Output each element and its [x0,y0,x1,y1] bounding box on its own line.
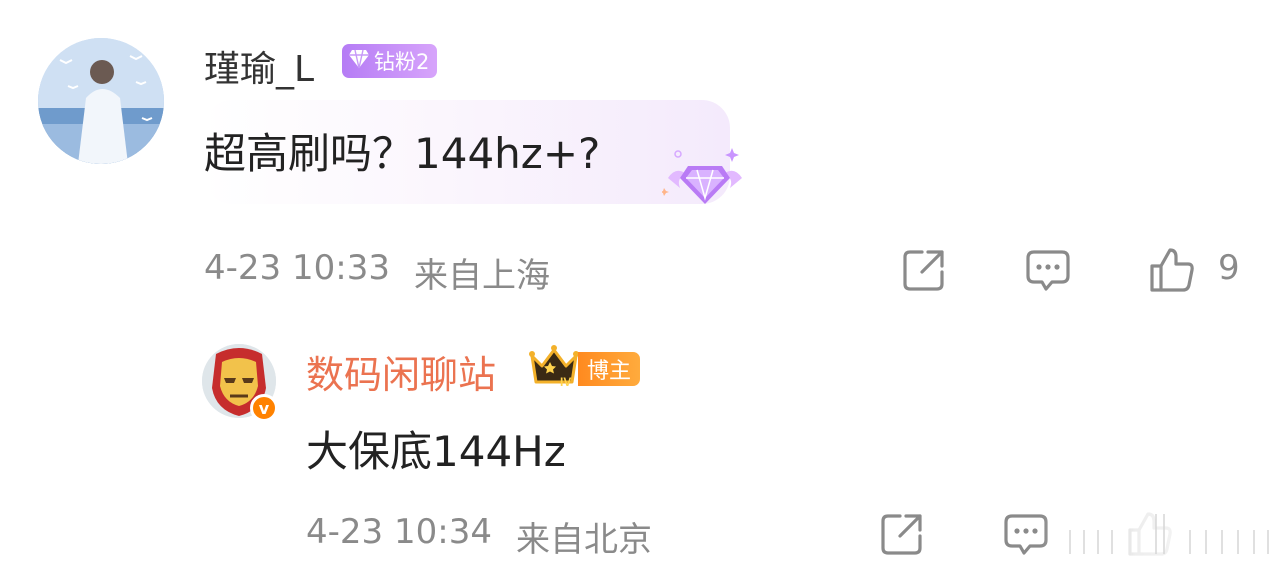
diamond-icon [348,49,370,74]
avatar[interactable] [38,38,164,164]
role-badge: 博主 [578,352,641,386]
location: 来自上海 [414,256,550,296]
comment-text[interactable]: 大保底144Hz [306,418,566,479]
verified-badge: v [250,394,278,422]
thumbs-up-icon[interactable] [1148,246,1196,294]
crown-level: IV [560,375,571,388]
username[interactable]: 瑾瑜_L [204,40,314,92]
location: 来自北京 [516,520,652,560]
crown-icon: IV [528,344,580,389]
share-icon[interactable] [900,246,948,294]
timestamp: 4-23 10:34 [306,512,492,552]
share-icon[interactable] [878,510,926,558]
edge-artifact [1060,512,1278,562]
avatar-image [38,38,164,164]
fan-badge-label: 钻粉2 [374,50,430,74]
like-count: 9 [1218,248,1240,288]
comment-text[interactable]: 超高刷吗？144hz+? [204,120,600,181]
comment-icon[interactable] [1024,246,1072,294]
username[interactable]: 数码闲聊站 [306,344,496,399]
fan-badge[interactable]: 钻粉2 [342,44,438,78]
diamond-icon [660,144,748,208]
timestamp: 4-23 10:33 [204,248,390,288]
